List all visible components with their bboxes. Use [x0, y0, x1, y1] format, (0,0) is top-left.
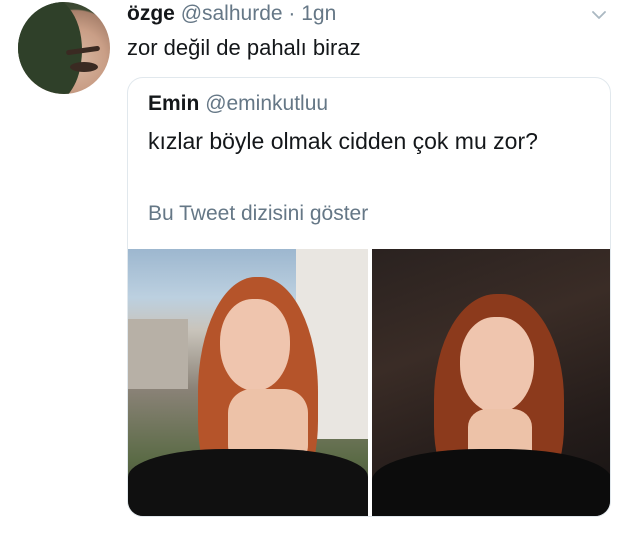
tweet-text: zor değil de pahalı biraz [127, 35, 361, 60]
photo-top [128, 449, 368, 516]
quoted-author-handle: @eminkutluu [205, 92, 329, 115]
author-handle[interactable]: @salhurde [181, 2, 283, 25]
author-name[interactable]: özge [127, 2, 175, 25]
quoted-photo-1[interactable] [128, 249, 368, 516]
chevron-down-icon[interactable] [592, 8, 606, 22]
photo-top [372, 449, 610, 516]
author-avatar[interactable] [18, 2, 110, 94]
show-thread-link[interactable]: Bu Tweet dizisini göster [148, 200, 368, 228]
quoted-tweet-text: kızlar böyle olmak cidden çok mu zor? [148, 128, 538, 154]
quoted-tweet-card[interactable]: Emin @eminkutluu kızlar böyle olmak cidd… [127, 77, 611, 517]
tweet-timestamp[interactable]: 1gn [301, 2, 336, 25]
photo-face [460, 317, 534, 413]
avatar-eye [70, 62, 98, 72]
quoted-photo-2[interactable] [372, 249, 610, 516]
quoted-tweet-header: Emin @eminkutluu [148, 90, 328, 118]
photo-face [220, 299, 290, 391]
quoted-author-name: Emin [148, 92, 200, 115]
tweet-header: özge @salhurde · 1gn [127, 0, 336, 28]
photo-building-distant [128, 319, 188, 389]
header-separator: · [288, 2, 296, 25]
